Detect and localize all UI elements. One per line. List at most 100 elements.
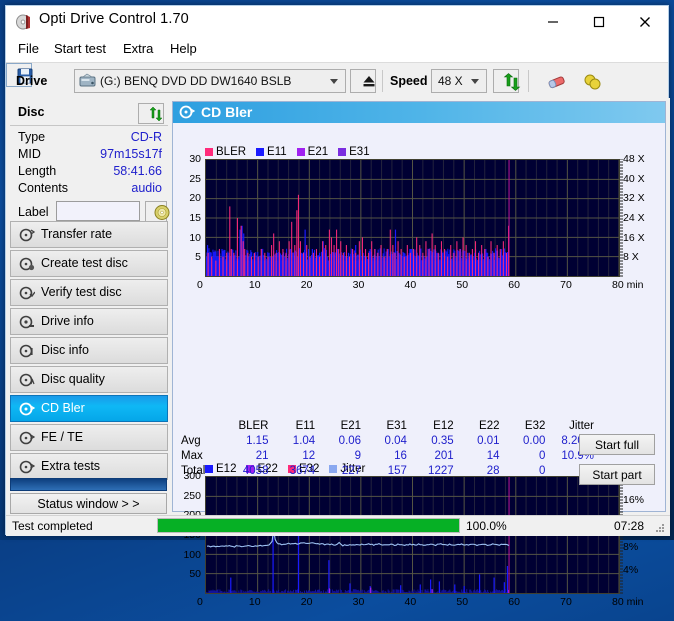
progress-percent: 100.0%: [466, 519, 507, 533]
bler-plot-svg: [205, 160, 620, 276]
legend-swatch-e31: [338, 148, 347, 156]
y2-tick-label: 40 X: [623, 172, 645, 185]
disc-info-list: Type CD-R MID 97m15s17f Length 58:41.66 …: [10, 126, 170, 222]
sidebar-item-disc-info[interactable]: Disc info: [10, 337, 168, 364]
speed-value: 48 X: [438, 74, 463, 88]
disc-transfer-icon: [19, 227, 36, 243]
resize-grip[interactable]: [654, 521, 666, 533]
disc-length-value: 58:41.66: [113, 164, 162, 178]
disc-type-label: Type: [18, 130, 46, 144]
sidebar-item-transfer-rate[interactable]: Transfer rate: [10, 221, 168, 248]
disc-info-row: Contents audio: [10, 181, 168, 198]
sidebar-item-cd-bler[interactable]: CD Bler: [10, 395, 168, 422]
status-message: Test completed: [12, 519, 93, 533]
y-tick-label: 25: [189, 172, 201, 185]
sidebar-item-label: Disc quality: [41, 372, 105, 386]
x-tick-label: 0: [197, 279, 203, 291]
stats-cell: 0: [538, 449, 546, 462]
sidebar-item-extra-tests[interactable]: Extra tests: [10, 453, 168, 480]
menu-bar: File Start test Extra Help: [6, 38, 668, 62]
stats-column-header: E11: [295, 420, 316, 432]
sidebar-item-disc-quality[interactable]: Disc quality: [10, 366, 168, 393]
sidebar-item-label: Create test disc: [41, 256, 128, 270]
bookmark-button[interactable]: [574, 69, 601, 93]
sidebar-accent-bar: [10, 478, 167, 491]
refresh-icon: [503, 73, 521, 91]
stats-cell: 0.06: [338, 434, 362, 447]
stats-cell: 0.35: [431, 434, 454, 447]
stats-row-label: Max: [181, 449, 203, 462]
eject-button[interactable]: [350, 69, 376, 93]
stats-row-label: Total: [181, 464, 206, 477]
disc-refresh-button[interactable]: [138, 103, 164, 124]
y-tick-label: 50: [189, 568, 201, 581]
bookmark-icon: [584, 74, 601, 90]
disc-contents-value: audio: [131, 181, 162, 195]
y-tick-label: 10: [189, 231, 201, 244]
speed-select[interactable]: 48 X: [431, 69, 487, 93]
sidebar-item-label: Transfer rate: [41, 227, 113, 241]
nav-list: Transfer rate Create test disc Verify te…: [10, 221, 168, 482]
e12-jitter-chart: E12E22E32Jitter 501001502002503004%8%12%…: [173, 461, 667, 621]
sidebar-item-create-test-disc[interactable]: Create test disc: [10, 250, 168, 277]
y2-tick-label: 32 X: [623, 192, 645, 205]
sidebar-item-label: Disc info: [41, 343, 89, 357]
erase-button[interactable]: [539, 69, 565, 93]
x-tick-label: 30: [352, 279, 365, 291]
x-tick-label: 40: [404, 596, 417, 608]
stats-row: Total 4058 3674 227 157 1227 28 0: [177, 463, 597, 478]
stats-cell: 0: [538, 464, 546, 477]
stats-row: Avg 1.15 1.04 0.06 0.04 0.35 0.01 0.00 8.20%: [177, 433, 597, 448]
disc-label-input[interactable]: [56, 201, 140, 221]
menu-file[interactable]: File: [14, 40, 43, 57]
x-tick-label: 40: [404, 279, 417, 291]
main-panel-header: CD Bler: [173, 102, 665, 123]
stats-column-header: E31: [386, 420, 407, 432]
refresh-drive-button[interactable]: [493, 69, 521, 93]
stats-cell: 157: [387, 464, 407, 477]
start-part-button[interactable]: Start part: [579, 464, 655, 485]
disc-label-label: Label: [18, 205, 49, 219]
window-title: Opti Drive Control 1.70: [39, 11, 189, 27]
x-tick-label: 70: [560, 279, 572, 291]
x-tick-label: 0: [197, 596, 203, 608]
stats-cell: 1.15: [246, 434, 269, 447]
stats-cell: 201: [434, 449, 454, 462]
stats-column-header: E22: [479, 420, 500, 432]
start-full-button[interactable]: Start full: [579, 434, 655, 455]
progress-bar: [157, 518, 460, 533]
disc-label-button[interactable]: [145, 201, 170, 222]
maximize-button[interactable]: [576, 6, 622, 37]
disc-fete-icon: [19, 430, 36, 446]
chevron-down-icon: [471, 79, 479, 84]
sidebar-item-label: FE / TE: [41, 430, 84, 444]
drive-select[interactable]: (G:) BENQ DVD DD DW1640 BSLB: [74, 69, 346, 93]
disc-length-label: Length: [18, 164, 57, 178]
disc-info-row: MID 97m15s17f: [10, 147, 168, 164]
drive-value: (G:) BENQ DVD DD DW1640 BSLB: [100, 74, 292, 88]
stats-row-label: Avg: [181, 434, 201, 447]
stats-cell: 14: [486, 449, 500, 462]
x-tick-label: 60: [508, 596, 520, 608]
menu-help[interactable]: Help: [166, 40, 201, 57]
toolbar-divider: [382, 70, 383, 92]
menu-start-test[interactable]: Start test: [50, 40, 110, 57]
stats-cell: 16: [394, 449, 407, 462]
stats-cell: 0.01: [477, 434, 500, 447]
stats-cell: 9: [354, 449, 362, 462]
minimize-button[interactable]: [530, 6, 576, 37]
stats-column-header: [177, 420, 224, 433]
x-tick-label: 10: [248, 596, 261, 608]
sidebar-item-verify-test-disc[interactable]: Verify test disc: [10, 279, 168, 306]
stats-table: BLER E11 E21 E31 E12 E22 E32 Jitter Avg 1.15 1.04…: [177, 420, 597, 478]
status-window-button[interactable]: Status window > >: [10, 493, 167, 514]
close-button[interactable]: [622, 6, 668, 37]
stats-column-header: Jitter: [569, 420, 594, 432]
disc-mid-label: MID: [18, 147, 41, 161]
sidebar-item-drive-info[interactable]: Drive info: [10, 308, 168, 335]
sidebar-item-fe-te[interactable]: FE / TE: [10, 424, 168, 451]
menu-extra[interactable]: Extra: [119, 40, 157, 57]
axis-tick-marks: [620, 158, 624, 277]
disc-info-icon: [19, 343, 35, 359]
sidebar-item-label: CD Bler: [41, 401, 85, 415]
